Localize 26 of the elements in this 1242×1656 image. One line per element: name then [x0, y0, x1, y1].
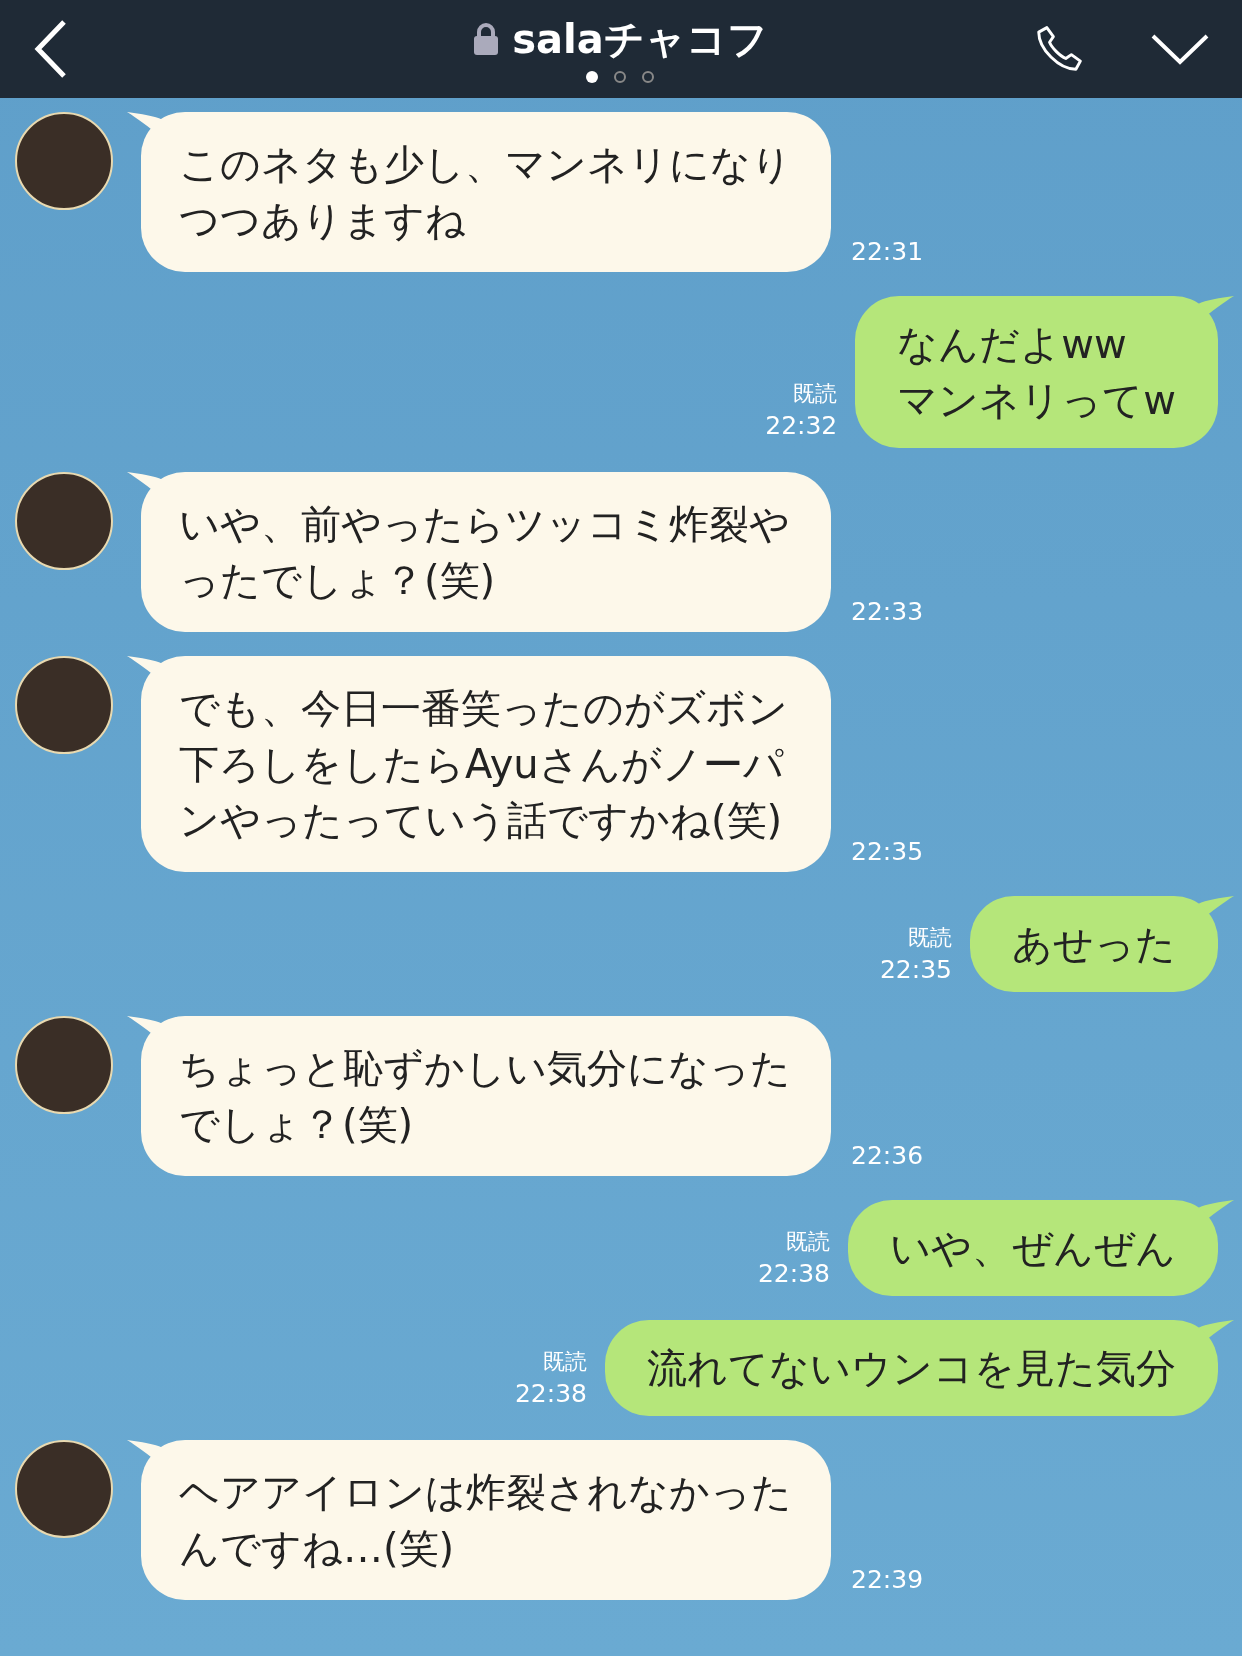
message-time: 22:35 — [879, 954, 952, 986]
message-time: 22:38 — [757, 1258, 830, 1290]
message-bubble: あせった — [970, 896, 1218, 992]
message-bubble: いや、前やったらツッコミ炸裂やったでしょ？(笑) — [141, 472, 831, 632]
chevron-down-icon[interactable] — [1150, 32, 1210, 66]
message-bubble: いや、ぜんぜん — [848, 1200, 1218, 1296]
message-time: 22:35 — [851, 836, 924, 866]
read-receipt: 既読 — [908, 924, 952, 952]
message-time: 22:31 — [851, 236, 924, 266]
message-time: 22:39 — [851, 1564, 924, 1594]
message-time: 22:33 — [851, 596, 924, 626]
message-bubble: でも、今日一番笑ったのがズボン下ろしをしたらAyuさんがノーパンやったっていう話ですかね(笑) — [141, 656, 831, 872]
message-bubble: なんだよww マンネリってw — [855, 296, 1218, 448]
back-icon[interactable] — [32, 18, 68, 80]
message-time: 22:36 — [851, 1140, 924, 1170]
message-bubble: ちょっと恥ずかしい気分になったでしょ？(笑) — [141, 1016, 831, 1176]
message-bubble: 流れてないウンコを見た気分 — [605, 1320, 1218, 1416]
message-time: 22:32 — [765, 410, 838, 442]
message-bubble: ヘアアイロンは炸裂されなかったんですね…(笑) — [141, 1440, 831, 1600]
chat-title: salaチャコフ — [512, 15, 768, 63]
message-time: 22:38 — [514, 1378, 587, 1410]
read-receipt: 既読 — [786, 1228, 830, 1256]
message-bubble: このネタも少し、マンネリになりつつありますね — [141, 112, 831, 272]
read-receipt: 既読 — [793, 380, 838, 408]
lock-icon — [472, 22, 501, 56]
read-receipt: 既読 — [543, 1348, 587, 1376]
